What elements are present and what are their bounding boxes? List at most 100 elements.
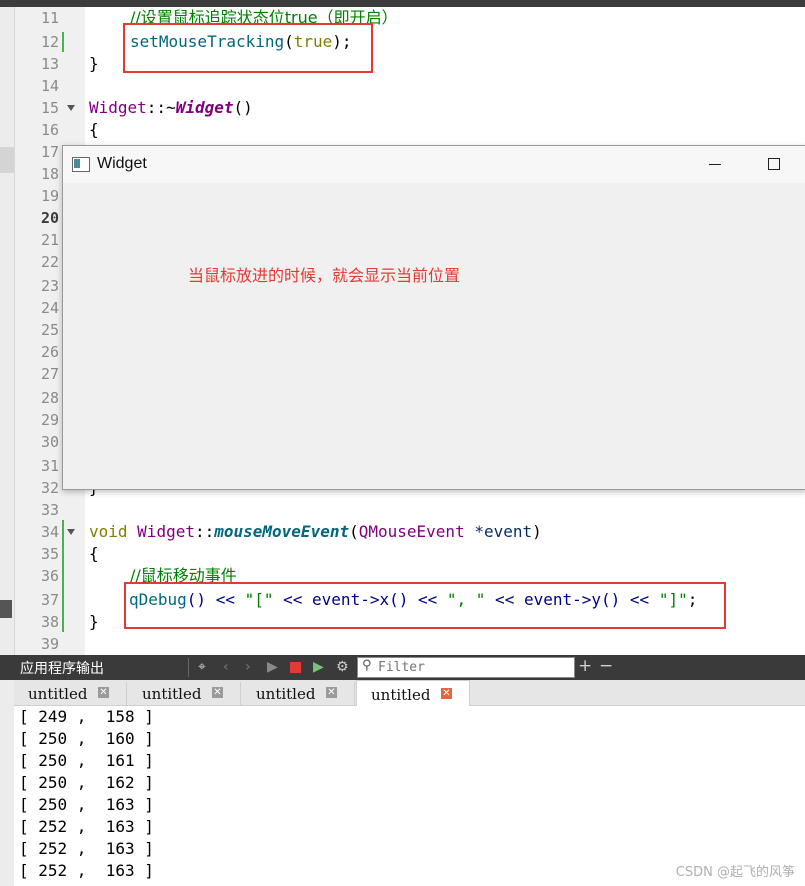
log-line: [ 250 , 161 ] — [19, 751, 154, 770]
code-keyword: void — [89, 522, 128, 541]
close-icon[interactable]: ✕ — [441, 688, 452, 699]
line-number: 30 — [40, 433, 59, 451]
tab-label: untitled — [142, 685, 202, 703]
highlight-box — [123, 23, 373, 73]
next-icon[interactable]: › — [245, 659, 251, 675]
code-class: Widget — [137, 522, 195, 541]
line-number: 17 — [40, 143, 59, 161]
code-type: QMouseEvent — [358, 522, 465, 541]
close-icon[interactable]: ✕ — [212, 687, 223, 698]
output-log[interactable]: [ 249 , 158 ] [ 250 , 160 ] [ 250 , 161 … — [14, 706, 805, 886]
output-tab[interactable]: untitled ✕ — [242, 682, 355, 705]
code-line: 15 Widget::~Widget() — [15, 97, 805, 119]
output-toolbar: 应用程序输出 ⌖ ‹ › ▶ ▶ ⚙ ⚲ + − — [0, 655, 805, 680]
fold-arrow-icon[interactable] — [67, 105, 75, 111]
code-punct: ::~ — [146, 98, 176, 117]
line-number: 14 — [40, 77, 59, 95]
line-number: 31 — [40, 457, 59, 475]
line-number: 38 — [40, 613, 59, 631]
prev-icon[interactable]: ‹ — [223, 659, 229, 675]
log-line: [ 252 , 163 ] — [19, 861, 154, 880]
code-line: 35 { — [15, 543, 805, 565]
output-tabs: untitled ✕ untitled ✕ untitled ✕ untitle… — [14, 680, 805, 707]
minimize-icon[interactable] — [709, 164, 721, 165]
code-punct: ( — [349, 522, 359, 541]
log-line: [ 249 , 158 ] — [19, 707, 154, 726]
log-line: [ 250 , 163 ] — [19, 795, 154, 814]
left-side-strip — [0, 655, 14, 886]
log-line: [ 250 , 162 ] — [19, 773, 154, 792]
line-number: 18 — [40, 165, 59, 183]
window-message: 当鼠标放进的时候，就会显示当前位置 — [188, 266, 461, 285]
tab-label: untitled — [371, 686, 431, 704]
line-number: 25 — [40, 321, 59, 339]
line-number: 27 — [40, 365, 59, 383]
code-text: { — [89, 120, 99, 139]
code-punct: :: — [194, 522, 215, 541]
settings-gear-icon[interactable]: ⚙ — [336, 659, 349, 675]
line-number: 11 — [40, 9, 59, 27]
output-tab[interactable]: untitled ✕ — [14, 682, 127, 705]
filter-box[interactable]: ⚲ — [357, 657, 575, 678]
strip-marker — [0, 147, 14, 173]
fold-arrow-icon[interactable] — [67, 529, 75, 535]
widget-window[interactable]: Widget 当鼠标放进的时候，就会显示当前位置 — [62, 145, 805, 490]
code-class: Widget — [89, 98, 147, 117]
line-number: 36 — [40, 567, 59, 585]
code-text: { — [89, 544, 99, 563]
clear-output-icon[interactable]: ⌖ — [198, 659, 206, 675]
stop-icon[interactable] — [290, 662, 301, 673]
app-window-icon — [72, 157, 90, 172]
remove-icon[interactable]: − — [599, 656, 613, 676]
log-line: [ 252 , 163 ] — [19, 839, 154, 858]
add-icon[interactable]: + — [578, 656, 592, 676]
code-text: } — [89, 612, 99, 631]
watermark: CSDN @起飞的风筝 — [675, 865, 795, 880]
line-number: 16 — [40, 121, 59, 139]
change-marker — [62, 520, 64, 632]
code-punct: ) — [532, 522, 542, 541]
maximize-icon[interactable] — [768, 158, 780, 170]
window-title-bar[interactable]: Widget — [63, 146, 805, 183]
line-number: 26 — [40, 343, 59, 361]
log-line: [ 250 , 160 ] — [19, 729, 154, 748]
code-line: 14 — [15, 75, 805, 97]
close-icon[interactable]: ✕ — [326, 687, 337, 698]
line-number: 13 — [40, 55, 59, 73]
line-number: 21 — [40, 231, 59, 249]
run-icon[interactable]: ▶ — [267, 659, 278, 675]
output-tab[interactable]: untitled ✕ — [128, 682, 241, 705]
toolbar-divider — [188, 658, 189, 677]
top-bar — [0, 0, 805, 7]
line-number: 19 — [40, 187, 59, 205]
line-number: 15 — [40, 99, 59, 117]
code-line: 16 { — [15, 119, 805, 141]
highlight-box — [124, 582, 726, 629]
line-number: 23 — [40, 277, 59, 295]
left-side-strip — [0, 7, 15, 655]
line-number: 29 — [40, 411, 59, 429]
search-icon: ⚲ — [362, 658, 372, 673]
line-number: 32 — [40, 479, 59, 497]
line-number: 34 — [40, 523, 59, 541]
code-punct: () — [233, 98, 253, 117]
code-param: *event — [474, 522, 533, 541]
code-line: 34 void Widget::mouseMoveEvent(QMouseEve… — [15, 521, 805, 543]
log-line: [ 252 , 163 ] — [19, 817, 154, 836]
line-number: 33 — [40, 501, 59, 519]
tab-label: untitled — [256, 685, 316, 703]
output-pane-title: 应用程序输出 — [20, 661, 104, 677]
line-number: 37 — [40, 591, 59, 609]
line-number: 24 — [40, 299, 59, 317]
filter-input[interactable] — [378, 659, 568, 675]
line-number: 28 — [40, 389, 59, 407]
close-icon[interactable]: ✕ — [98, 687, 109, 698]
line-number: 12 — [40, 33, 59, 51]
line-number: 22 — [40, 253, 59, 271]
side-panel-toggle[interactable] — [0, 600, 12, 618]
line-number: 39 — [40, 635, 59, 653]
line-number: 35 — [40, 545, 59, 563]
debug-run-icon[interactable]: ▶ — [313, 659, 324, 675]
output-tab-active[interactable]: untitled ✕ — [356, 680, 470, 707]
change-marker — [62, 32, 64, 52]
